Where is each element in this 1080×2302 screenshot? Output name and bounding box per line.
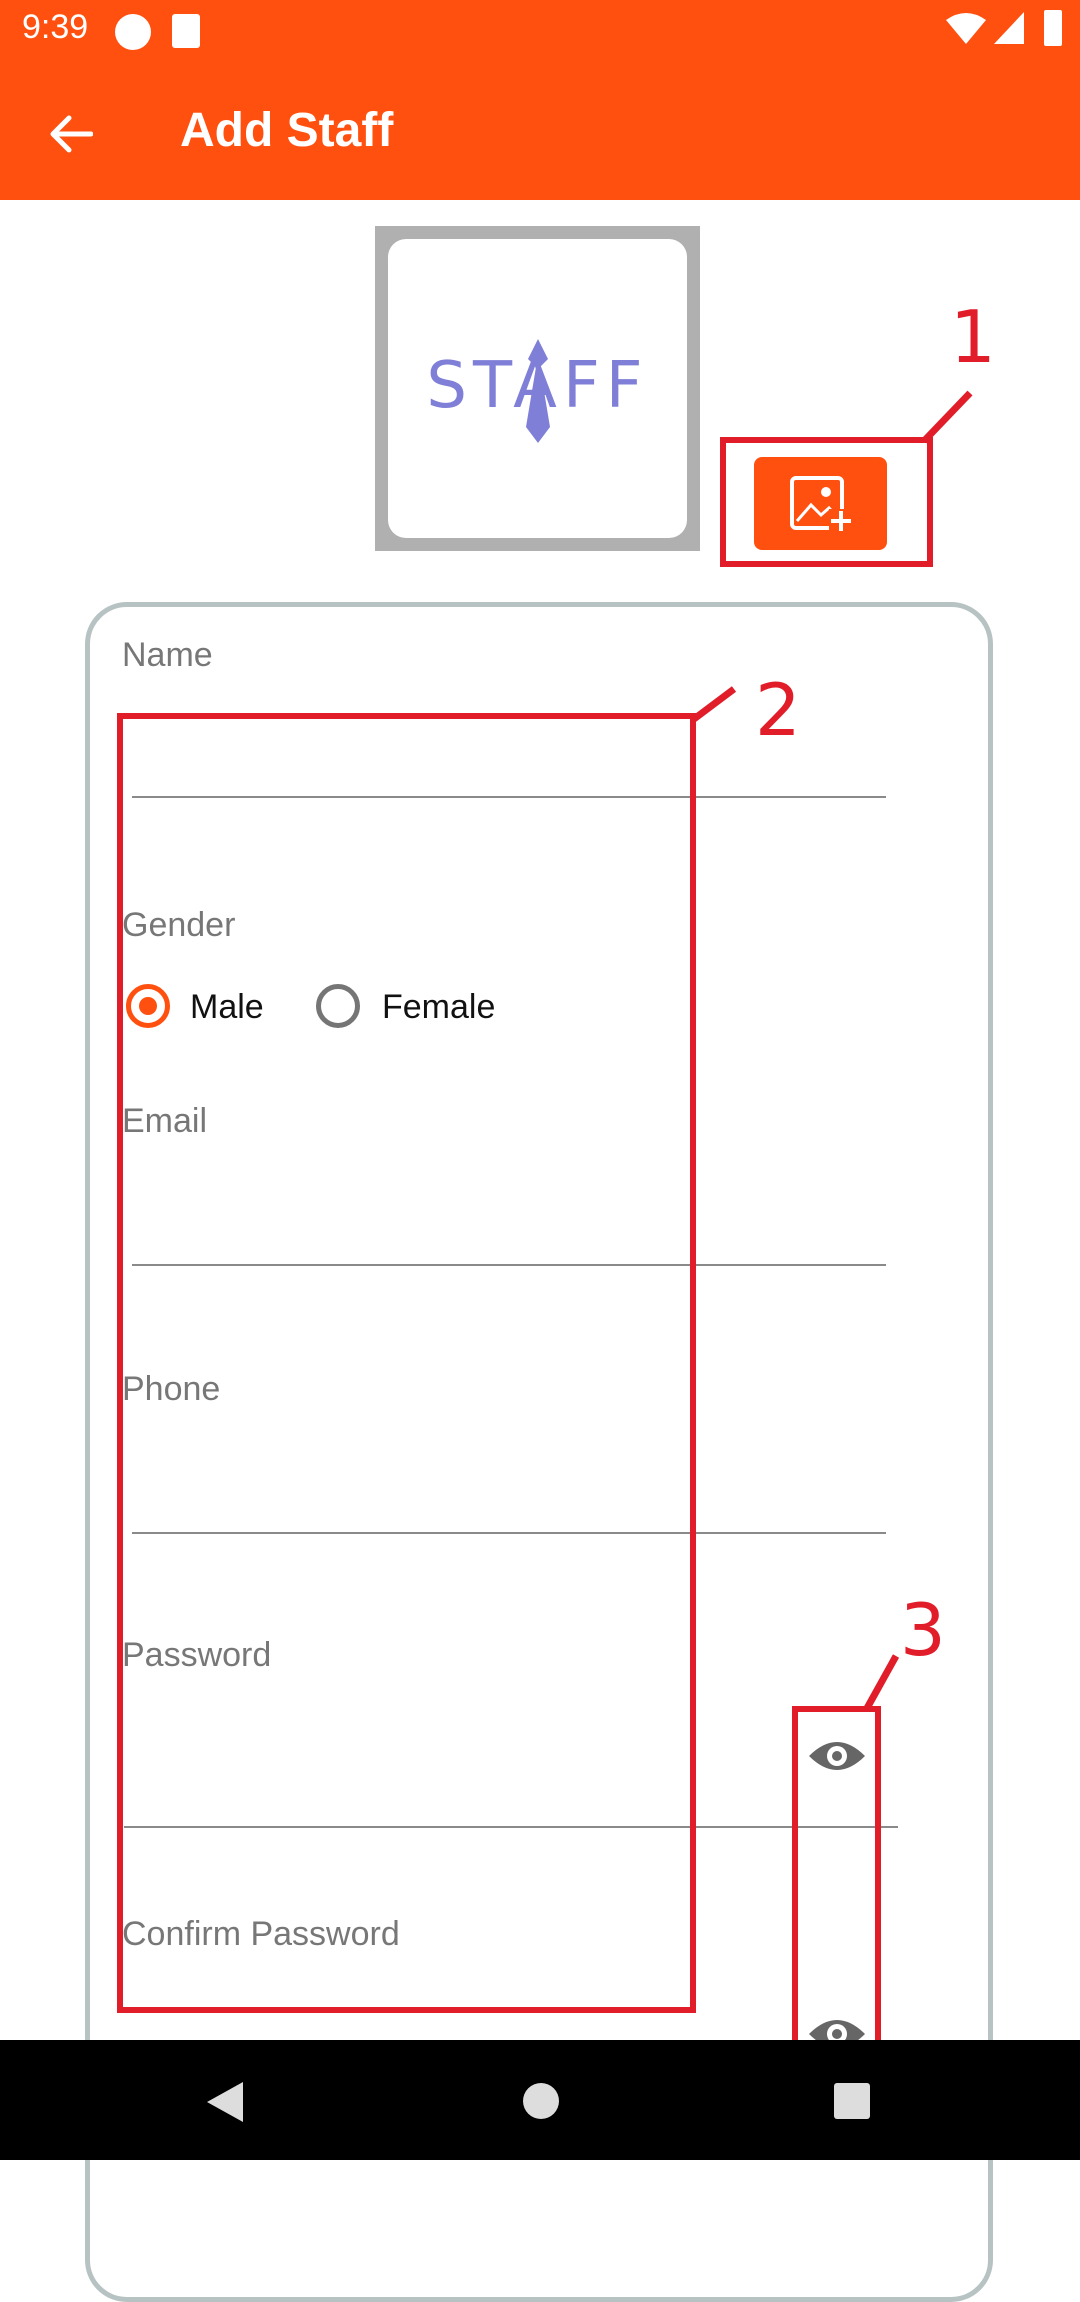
annotation-label-3: 3	[900, 1588, 946, 1672]
battery-icon	[1044, 10, 1062, 46]
navigation-bar	[0, 2040, 1080, 2160]
tie-icon	[526, 339, 550, 443]
back-button[interactable]	[40, 103, 102, 165]
nav-home-icon[interactable]	[523, 2083, 559, 2119]
name-label: Name	[122, 636, 213, 674]
arrow-left-icon	[50, 115, 93, 153]
wifi-icon	[946, 13, 986, 44]
app-bar: Add Staff	[0, 63, 1080, 200]
sd-card-icon	[172, 14, 200, 48]
nav-recents-icon[interactable]	[834, 2083, 870, 2119]
status-time: 9:39	[22, 8, 89, 46]
staff-avatar: STAFF	[375, 226, 700, 551]
page-title: Add Staff	[180, 104, 394, 157]
staff-logo: STAFF	[388, 239, 687, 538]
nav-back-icon[interactable]	[205, 2080, 245, 2124]
status-bar: 9:39	[0, 0, 1080, 63]
notification-icon	[115, 14, 151, 50]
annotation-pointer-2	[691, 686, 737, 722]
annotation-label-2: 2	[755, 668, 801, 752]
signal-icon	[994, 12, 1024, 44]
annotation-pointer-3	[862, 1654, 900, 1712]
annotation-box-3	[792, 1706, 881, 2056]
annotation-pointer-1	[921, 390, 973, 444]
annotation-box-1	[720, 437, 933, 567]
annotation-box-2	[117, 713, 696, 2013]
annotation-label-1: 1	[950, 295, 996, 379]
